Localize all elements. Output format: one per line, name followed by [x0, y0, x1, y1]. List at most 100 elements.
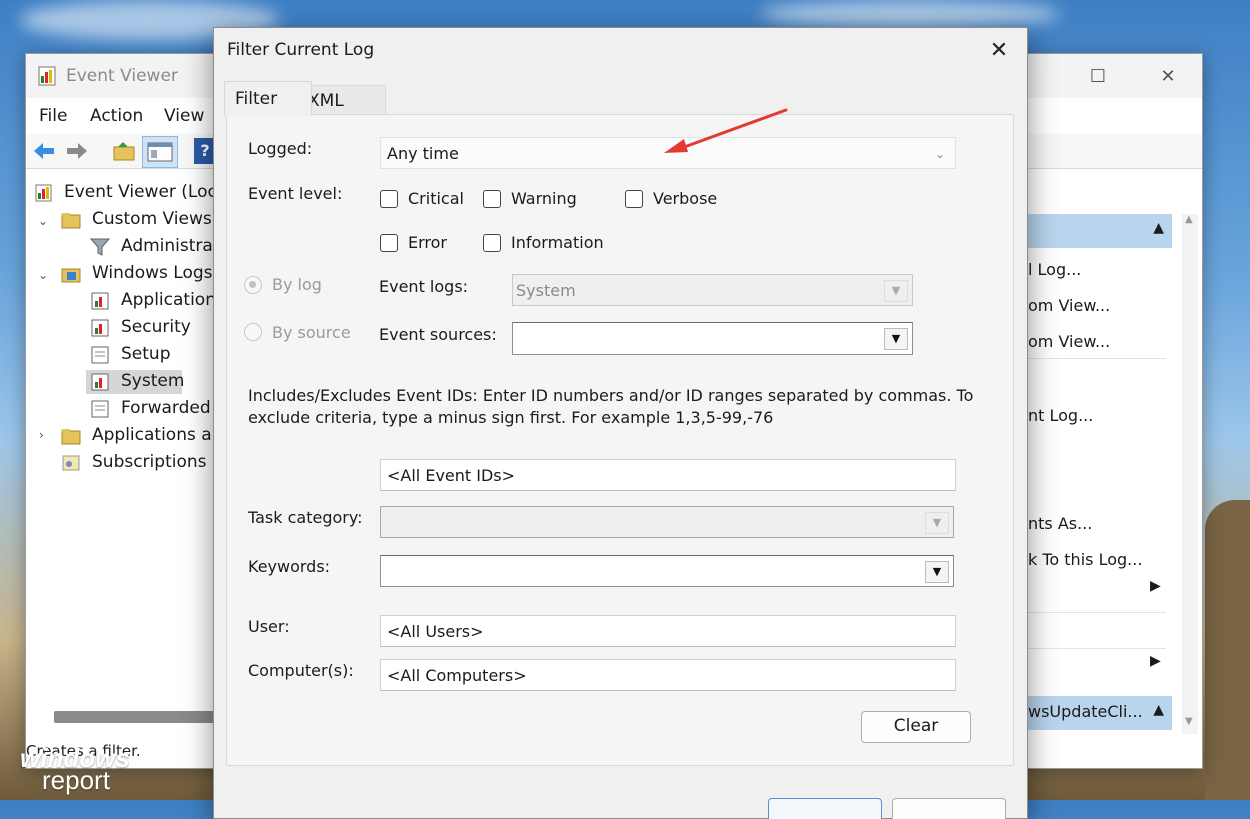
keywords-label: Keywords:	[248, 557, 330, 576]
user-label: User:	[248, 617, 290, 636]
user-value: <All Users>	[387, 622, 484, 641]
tab-filter[interactable]: Filter	[224, 81, 312, 116]
watermark-logo: windows report	[20, 745, 130, 793]
action-item[interactable]: om View...	[1028, 332, 1110, 351]
background-cloud	[760, 0, 1060, 28]
folder-icon	[61, 211, 81, 229]
action-item[interactable]: k To this Log...	[1028, 550, 1142, 569]
log-icon	[90, 373, 110, 391]
task-category-dropdown[interactable]: ▼	[380, 506, 954, 538]
verbose-label: Verbose	[653, 189, 717, 208]
computers-value: <All Computers>	[387, 666, 527, 685]
logged-label: Logged:	[248, 139, 312, 158]
vertical-scrollbar[interactable]: ▲ ▼	[1182, 214, 1198, 734]
chevron-down-icon[interactable]: ⌄	[38, 214, 48, 228]
console-tree: Event Viewer (Local) ⌄ Custom Views Admi…	[26, 172, 221, 712]
event-sources-label: Event sources:	[379, 325, 497, 344]
user-input[interactable]: <All Users>	[380, 615, 956, 647]
cancel-button[interactable]	[892, 798, 1006, 819]
ok-button[interactable]	[768, 798, 882, 819]
event-logs-dropdown[interactable]: System ▼	[512, 274, 913, 306]
event-logs-label: Event logs:	[379, 277, 468, 296]
computers-input[interactable]: <All Computers>	[380, 659, 956, 691]
tree-label: Custom Views	[92, 209, 212, 229]
menu-view[interactable]: View	[164, 106, 204, 126]
event-ids-input[interactable]: <All Event IDs>	[380, 459, 956, 491]
forward-arrow-icon[interactable]	[64, 139, 90, 163]
horizontal-scrollbar[interactable]	[54, 711, 214, 723]
tree-label: Application	[121, 290, 216, 310]
dialog-title: Filter Current Log	[227, 40, 374, 60]
action-item[interactable]: om View...	[1028, 296, 1110, 315]
event-ids-help-text: Includes/Excludes Event IDs: Enter ID nu…	[248, 385, 978, 429]
tree-item-system[interactable]: System	[86, 370, 182, 394]
verbose-checkbox[interactable]	[625, 190, 643, 208]
log-icon	[90, 400, 110, 418]
warning-label: Warning	[511, 189, 577, 208]
maximize-button[interactable]: ☐	[1078, 62, 1118, 92]
divider	[1026, 612, 1166, 613]
actions-section-header[interactable]: ▲	[1026, 214, 1172, 248]
collapse-up-icon: ▲	[1153, 702, 1164, 718]
log-icon	[90, 346, 110, 364]
tree-label: Security	[121, 317, 191, 337]
dialog-close-button[interactable]: ✕	[979, 34, 1019, 68]
by-log-radio[interactable]	[244, 276, 262, 294]
chevron-down-icon[interactable]: ⌄	[38, 268, 48, 282]
folder-icon	[61, 265, 81, 283]
folder-up-icon[interactable]	[111, 139, 137, 163]
scroll-down-icon[interactable]: ▼	[1185, 716, 1193, 727]
action-item[interactable]: nt Log...	[1028, 406, 1093, 425]
menu-file[interactable]: File	[39, 106, 67, 126]
filter-icon	[90, 238, 110, 256]
back-arrow-icon[interactable]	[31, 139, 57, 163]
submenu-arrow-icon[interactable]: ▶	[1150, 578, 1161, 594]
actions-section-header[interactable]: wsUpdateCli... ▲	[1026, 696, 1172, 730]
dropdown-arrow-icon: ▼	[884, 328, 908, 350]
dropdown-arrow-icon: ▼	[925, 561, 949, 583]
divider	[1026, 648, 1166, 649]
window-title: Event Viewer	[66, 66, 178, 86]
collapse-up-icon: ▲	[1153, 220, 1164, 236]
event-viewer-icon	[34, 184, 54, 202]
tree-label: System	[121, 371, 184, 391]
action-item[interactable]: nts As...	[1028, 514, 1092, 533]
tree-label: Forwarded E	[121, 398, 227, 418]
scroll-up-icon[interactable]: ▲	[1185, 214, 1193, 225]
clear-button[interactable]: Clear	[861, 711, 971, 743]
close-button[interactable]: ✕	[1148, 62, 1188, 92]
information-label: Information	[511, 233, 604, 252]
event-sources-dropdown[interactable]: ▼	[512, 322, 913, 355]
menu-action[interactable]: Action	[90, 106, 143, 126]
action-item[interactable]: l Log...	[1028, 260, 1081, 279]
error-label: Error	[408, 233, 447, 252]
log-icon	[90, 292, 110, 310]
by-source-radio[interactable]	[244, 323, 262, 341]
computers-label: Computer(s):	[248, 661, 354, 680]
warning-checkbox[interactable]	[483, 190, 501, 208]
submenu-arrow-icon[interactable]: ▶	[1150, 653, 1161, 669]
chevron-right-icon[interactable]: ›	[39, 428, 44, 442]
action-item: wsUpdateCli...	[1028, 702, 1143, 721]
filter-panel: Logged: Any time ⌄ Event level: Critical…	[226, 114, 1014, 766]
tree-label: Administrati	[121, 236, 224, 256]
log-icon	[90, 319, 110, 337]
event-logs-value: System	[516, 281, 576, 300]
tree-label: Setup	[121, 344, 170, 364]
dropdown-arrow-icon: ▼	[925, 512, 949, 534]
annotation-arrow-icon	[662, 106, 790, 156]
keywords-dropdown[interactable]: ▼	[380, 555, 954, 587]
actions-pane: ▲ l Log... om View... om View... nt Log.…	[1026, 172, 1202, 768]
error-checkbox[interactable]	[380, 234, 398, 252]
information-checkbox[interactable]	[483, 234, 501, 252]
show-hide-tree-button[interactable]	[142, 136, 178, 168]
tree-label: Subscriptions	[92, 452, 206, 472]
logged-value: Any time	[387, 144, 459, 163]
tree-label: Windows Logs	[92, 263, 213, 283]
critical-checkbox[interactable]	[380, 190, 398, 208]
background-rock	[1205, 500, 1250, 800]
by-source-label: By source	[272, 323, 351, 342]
divider	[1026, 358, 1166, 359]
critical-label: Critical	[408, 189, 464, 208]
event-ids-value: <All Event IDs>	[387, 466, 515, 485]
